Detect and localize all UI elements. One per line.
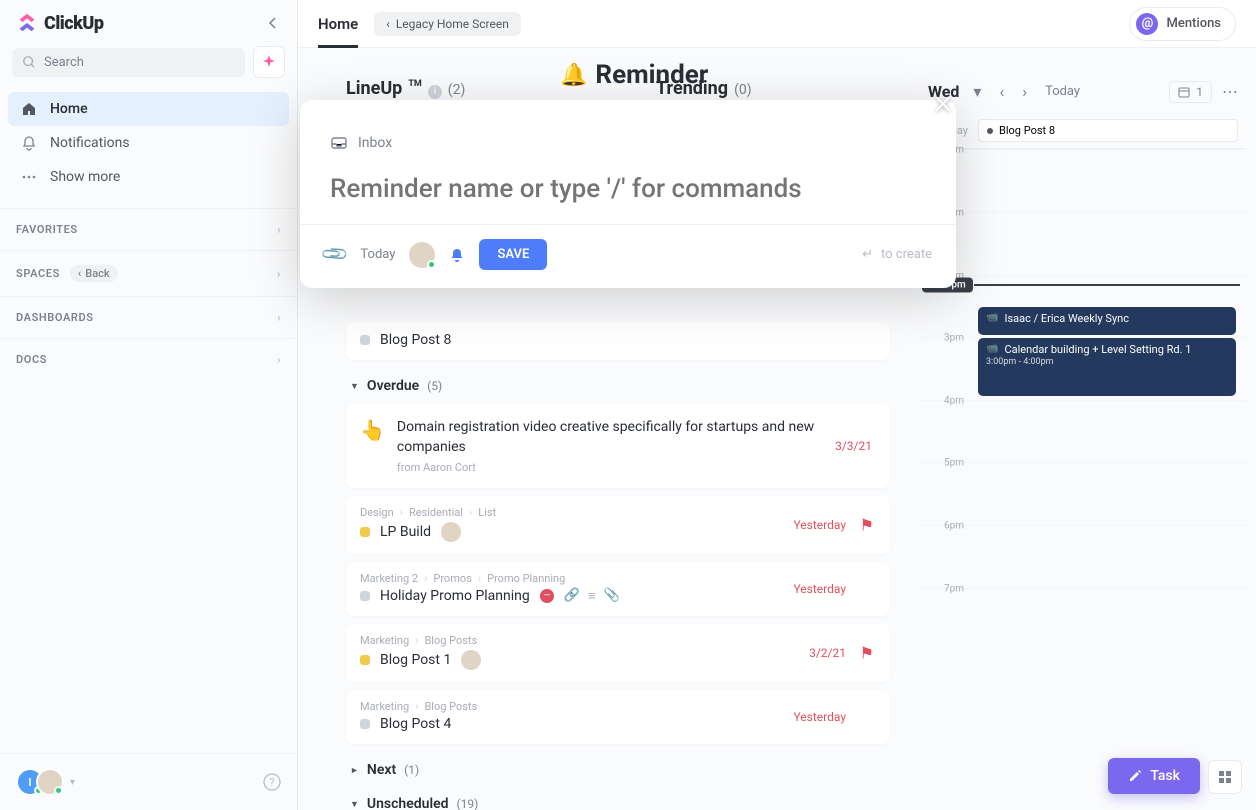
save-button[interactable]: SAVE xyxy=(479,239,547,270)
reminder-body: Inbox xyxy=(300,100,956,224)
assignee-avatar[interactable] xyxy=(409,242,435,268)
reminder-modal: 🔔 Reminder × Inbox 📎 Today SAVE ↵ to cre… xyxy=(300,100,956,288)
enter-icon: ↵ xyxy=(862,247,873,262)
notify-button[interactable] xyxy=(449,247,465,263)
reminder-name-input[interactable] xyxy=(330,174,926,204)
create-hint: ↵ to create xyxy=(862,247,932,262)
attachment-button[interactable]: 📎 xyxy=(320,239,351,270)
bell-3d-icon: 🔔 xyxy=(560,63,587,88)
reminder-location[interactable]: Inbox xyxy=(330,134,926,152)
reminder-footer: 📎 Today SAVE ↵ to create xyxy=(300,224,956,288)
close-button[interactable]: × xyxy=(934,82,952,122)
status-dot-online xyxy=(427,260,436,269)
reminder-header: 🔔 Reminder xyxy=(560,60,708,90)
date-button[interactable]: Today xyxy=(360,247,395,262)
inbox-icon xyxy=(330,134,348,152)
